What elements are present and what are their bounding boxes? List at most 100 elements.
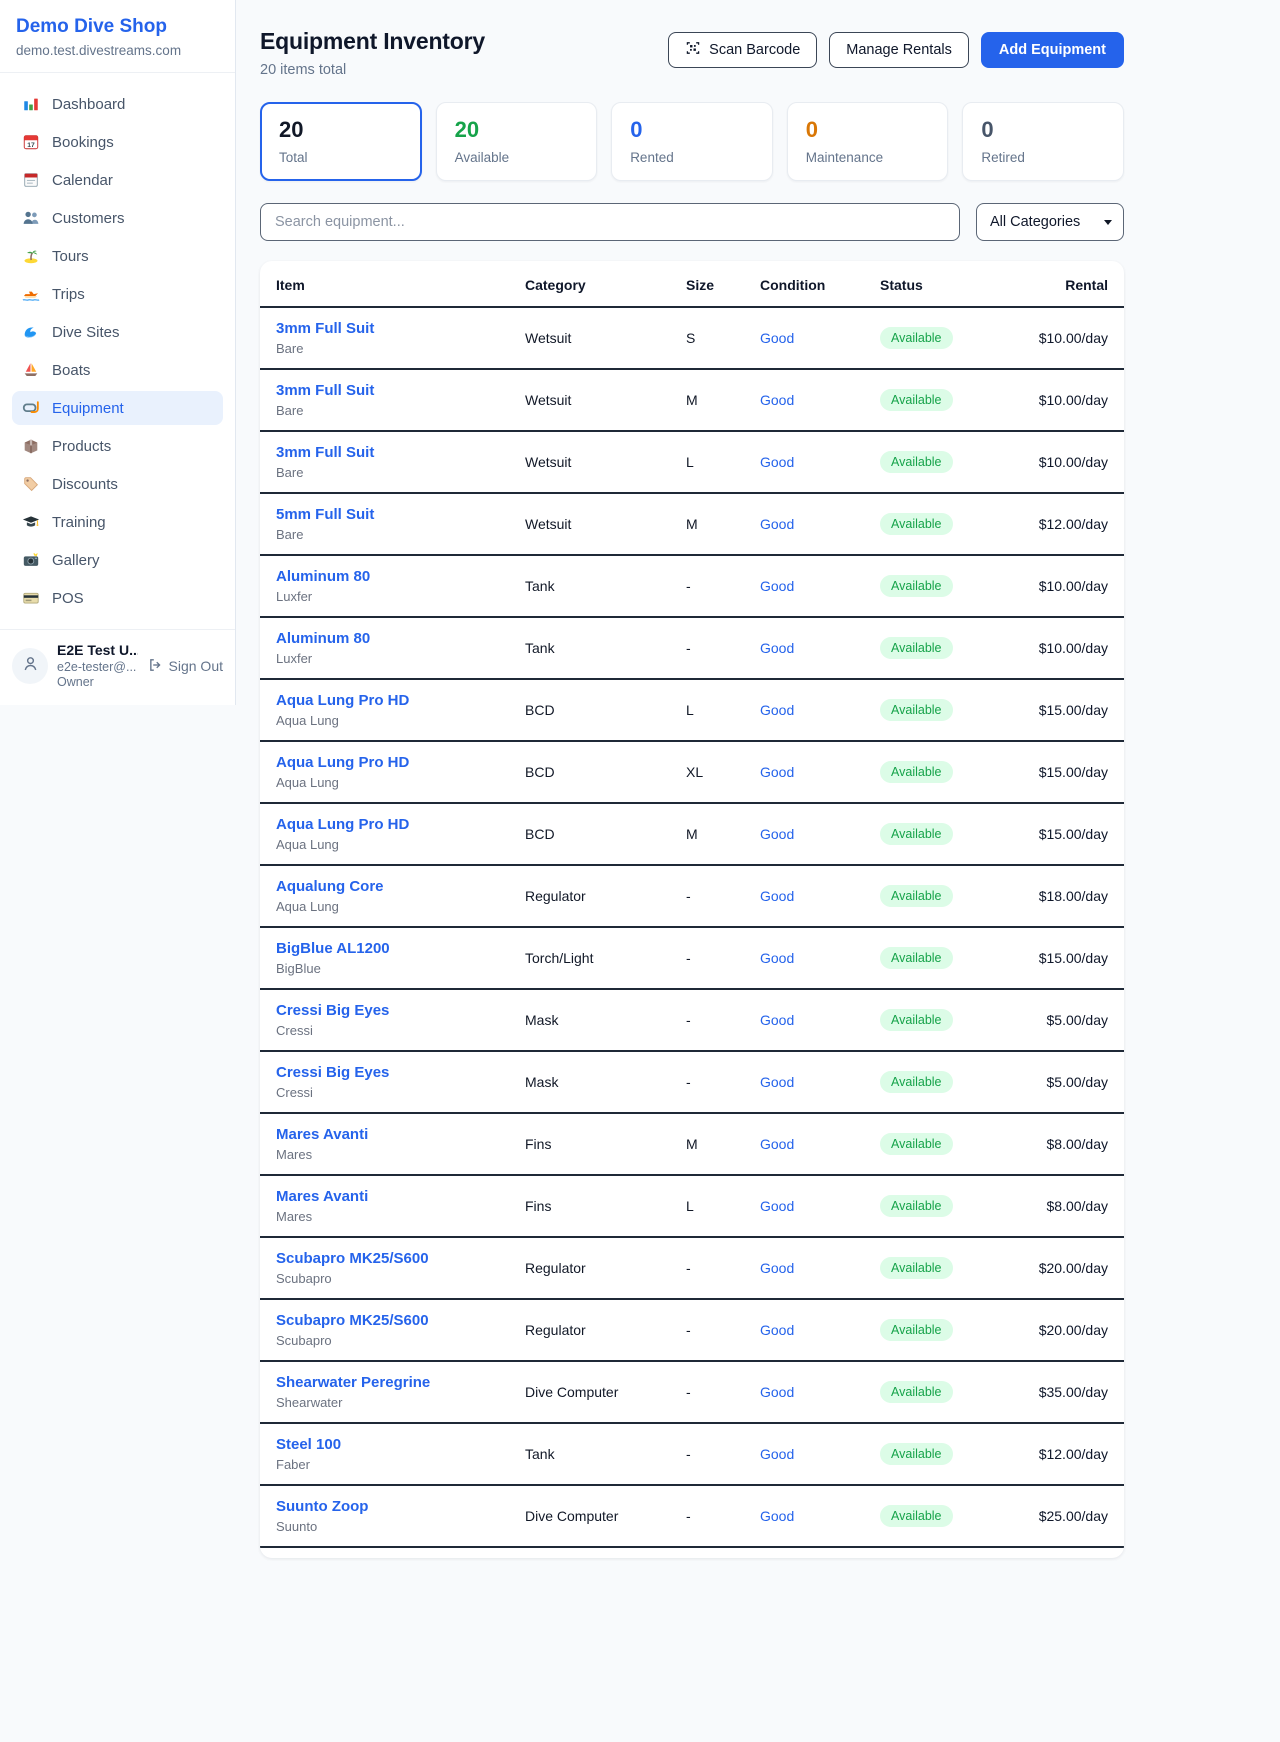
sidebar-item-customers[interactable]: Customers [12, 201, 223, 235]
sidebar-item-pos[interactable]: POS [12, 581, 223, 615]
island-icon [22, 247, 40, 265]
item-condition-link[interactable]: Good [760, 950, 880, 966]
item-condition-link[interactable]: Good [760, 516, 880, 532]
item-name-link[interactable]: Cressi Big Eyes [276, 1064, 525, 1081]
item-name-link[interactable]: Shearwater Peregrine [276, 1374, 525, 1391]
item-condition-link[interactable]: Good [760, 1136, 880, 1152]
item-condition-link[interactable]: Good [760, 1198, 880, 1214]
sidebar-item-calendar[interactable]: Calendar [12, 163, 223, 197]
item-condition-link[interactable]: Good [760, 826, 880, 842]
item-name-link[interactable]: Mares Avanti [276, 1188, 525, 1205]
sidebar-item-bookings[interactable]: 17 Bookings [12, 125, 223, 159]
table-header-row: Item Category Size Condition Status Rent… [260, 261, 1124, 308]
barcode-scan-icon [685, 40, 701, 60]
item-condition-link[interactable]: Good [760, 1322, 880, 1338]
item-brand: Aqua Lung [276, 775, 525, 790]
item-size: M [686, 1136, 760, 1152]
sidebar-item-equipment[interactable]: Equipment [12, 391, 223, 425]
manage-rentals-button[interactable]: Manage Rentals [829, 32, 969, 68]
item-name-link[interactable]: BigBlue AL1200 [276, 940, 525, 957]
item-rental-rate: $15.00/day [1036, 826, 1108, 842]
item-condition-link[interactable]: Good [760, 454, 880, 470]
item-condition-link[interactable]: Good [760, 702, 880, 718]
sign-out-button[interactable]: Sign Out [147, 657, 223, 676]
category-select[interactable]: All Categories [976, 203, 1124, 241]
status-badge: Available [880, 637, 953, 659]
stat-card-retired[interactable]: 0 Retired [962, 102, 1124, 181]
item-brand: Bare [276, 527, 525, 542]
scan-barcode-label: Scan Barcode [709, 42, 800, 58]
item-condition-link[interactable]: Good [760, 1384, 880, 1400]
item-category: Wetsuit [525, 392, 686, 408]
stat-card-total[interactable]: 20 Total [260, 102, 422, 181]
user-role: Owner [57, 675, 138, 691]
item-name-link[interactable]: Suunto Zoop [276, 1498, 525, 1515]
item-condition-link[interactable]: Good [760, 764, 880, 780]
item-rental-rate: $10.00/day [1036, 330, 1108, 346]
brand-title: Demo Dive Shop [16, 16, 219, 38]
brand-domain: demo.test.divestreams.com [16, 43, 219, 58]
item-condition-link[interactable]: Good [760, 640, 880, 656]
item-name-link[interactable]: Steel 100 [276, 1436, 525, 1453]
item-category: Dive Computer [525, 1508, 686, 1524]
stat-value: 0 [630, 117, 754, 143]
status-badge: Available [880, 327, 953, 349]
item-name-link[interactable]: Cressi Big Eyes [276, 1002, 525, 1019]
item-name-link[interactable]: 3mm Full Suit [276, 320, 525, 337]
item-name-link[interactable]: 5mm Full Suit [276, 506, 525, 523]
sidebar-item-dive-sites[interactable]: Dive Sites [12, 315, 223, 349]
table-row: Mares Avanti Mares Fins M Good Available… [260, 1114, 1124, 1176]
sidebar-item-boats[interactable]: Boats [12, 353, 223, 387]
status-badge: Available [880, 823, 953, 845]
item-name-link[interactable]: 3mm Full Suit [276, 382, 525, 399]
item-name-link[interactable]: Scubapro MK25/S600 [276, 1250, 525, 1267]
table-row: Aqua Lung Pro HD Aqua Lung BCD M Good Av… [260, 804, 1124, 866]
stat-card-available[interactable]: 20 Available [436, 102, 598, 181]
item-name-link[interactable]: Aqua Lung Pro HD [276, 754, 525, 771]
item-name-link[interactable]: Aqua Lung Pro HD [276, 692, 525, 709]
item-category: Tank [525, 1446, 686, 1462]
stat-card-rented[interactable]: 0 Rented [611, 102, 773, 181]
user-info: E2E Test U... e2e-tester@... Owner [57, 642, 138, 691]
status-badge: Available [880, 1071, 953, 1093]
sidebar-item-training[interactable]: Training [12, 505, 223, 539]
status-badge: Available [880, 1009, 953, 1031]
item-condition-link[interactable]: Good [760, 888, 880, 904]
item-brand: Bare [276, 465, 525, 480]
sidebar-item-discounts[interactable]: Discounts [12, 467, 223, 501]
item-name-link[interactable]: Aluminum 80 [276, 630, 525, 647]
item-condition-link[interactable]: Good [760, 1260, 880, 1276]
item-condition-link[interactable]: Good [760, 1074, 880, 1090]
sidebar-item-gallery[interactable]: Gallery [12, 543, 223, 577]
item-name-link[interactable]: Mares Avanti [276, 1126, 525, 1143]
item-condition-link[interactable]: Good [760, 1508, 880, 1524]
item-category: Regulator [525, 1260, 686, 1276]
table-row: Aluminum 80 Luxfer Tank - Good Available… [260, 618, 1124, 680]
item-brand: Faber [276, 1457, 525, 1472]
item-condition-link[interactable]: Good [760, 1012, 880, 1028]
status-badge: Available [880, 575, 953, 597]
scan-barcode-button[interactable]: Scan Barcode [668, 32, 817, 68]
sidebar-item-tours[interactable]: Tours [12, 239, 223, 273]
sidebar-item-products[interactable]: Products [12, 429, 223, 463]
item-name-link[interactable]: Aqualung Core [276, 878, 525, 895]
sidebar-item-label: Equipment [52, 400, 124, 417]
item-condition-link[interactable]: Good [760, 1446, 880, 1462]
item-name-link[interactable]: Scubapro MK25/S600 [276, 1312, 525, 1329]
search-input[interactable] [260, 203, 960, 241]
add-equipment-button[interactable]: Add Equipment [981, 32, 1124, 68]
sidebar-item-trips[interactable]: Trips [12, 277, 223, 311]
item-name-link[interactable]: Aqua Lung Pro HD [276, 816, 525, 833]
item-condition-link[interactable]: Good [760, 578, 880, 594]
status-badge: Available [880, 1133, 953, 1155]
camera-icon [22, 551, 40, 569]
item-condition-link[interactable]: Good [760, 330, 880, 346]
item-rental-rate: $20.00/day [1036, 1322, 1108, 1338]
item-condition-link[interactable]: Good [760, 392, 880, 408]
item-name-link[interactable]: Aluminum 80 [276, 568, 525, 585]
item-name-link[interactable]: 3mm Full Suit [276, 444, 525, 461]
sidebar-item-dashboard[interactable]: Dashboard [12, 87, 223, 121]
item-size: L [686, 702, 760, 718]
stat-card-maintenance[interactable]: 0 Maintenance [787, 102, 949, 181]
status-badge: Available [880, 761, 953, 783]
